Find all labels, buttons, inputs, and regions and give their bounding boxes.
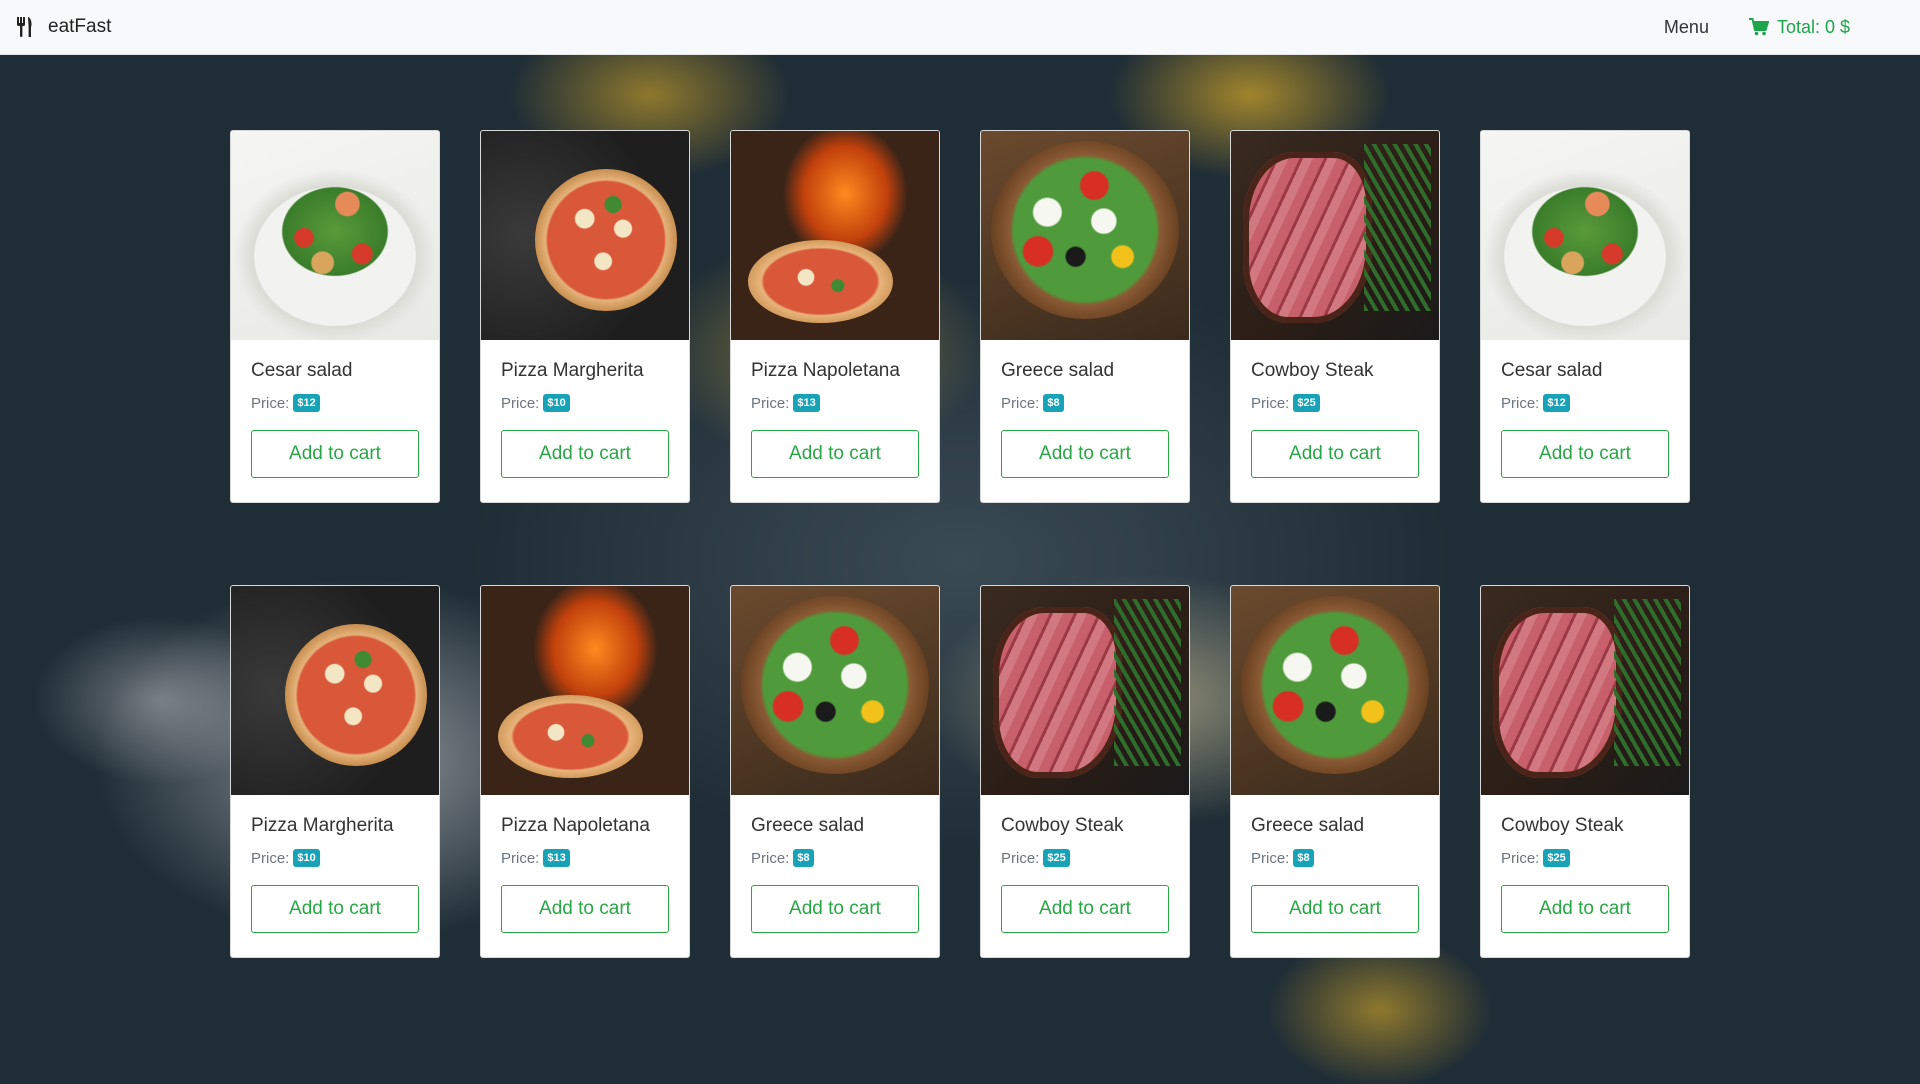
product-card: Cowboy Steak Price: $25 Add to cart: [1230, 130, 1440, 503]
price-label: Price:: [251, 394, 290, 412]
price-badge: $10: [543, 394, 570, 412]
price-badge: $13: [793, 394, 820, 412]
price-label: Price:: [1251, 849, 1290, 867]
product-card: Greece salad Price: $8 Add to cart: [730, 585, 940, 958]
greece-salad-image: [981, 131, 1189, 340]
nav-right: Menu Total: 0 $: [1664, 17, 1904, 38]
price-label: Price:: [1501, 849, 1540, 867]
pizza-margherita-image: [481, 131, 689, 340]
price-badge: $25: [1043, 849, 1070, 867]
cowboy-steak-image: [981, 586, 1189, 795]
price-label: Price:: [251, 849, 290, 867]
product-card: Greece salad Price: $8 Add to cart: [980, 130, 1190, 503]
add-to-cart-button[interactable]: Add to cart: [1251, 885, 1419, 933]
product-name: Pizza Margherita: [501, 360, 644, 381]
product-name: Greece salad: [751, 815, 865, 836]
price-badge: $25: [1543, 849, 1570, 867]
add-to-cart-button[interactable]: Add to cart: [251, 430, 419, 478]
pizza-napoletana-image: [731, 131, 939, 340]
price-label: Price:: [751, 849, 790, 867]
price-badge: $8: [1293, 849, 1314, 867]
product-price: Price: $25: [1001, 849, 1169, 867]
add-to-cart-button[interactable]: Add to cart: [1501, 430, 1669, 478]
shopping-cart-icon: [1748, 18, 1769, 36]
price-badge: $8: [1043, 394, 1064, 412]
product-card: Cesar salad Price: $12 Add to cart: [230, 130, 440, 503]
add-to-cart-button[interactable]: Add to cart: [751, 885, 919, 933]
product-price: Price: $12: [1501, 394, 1669, 412]
menu-link[interactable]: Menu: [1664, 17, 1709, 38]
product-name: Pizza Napoletana: [501, 815, 650, 836]
product-name: Greece salad: [1251, 815, 1365, 836]
product-name: Cesar salad: [1501, 360, 1603, 381]
cart-total-link[interactable]: Total: 0 $: [1748, 16, 1850, 38]
cesar-salad-image: [231, 131, 439, 340]
product-card: Cowboy Steak Price: $25 Add to cart: [980, 585, 1190, 958]
product-name: Cesar salad: [251, 360, 353, 381]
product-price: Price: $10: [251, 849, 419, 867]
add-to-cart-button[interactable]: Add to cart: [1001, 430, 1169, 478]
product-name: Cowboy Steak: [1501, 815, 1624, 836]
product-name: Cowboy Steak: [1001, 815, 1124, 836]
navbar: eatFast Menu Total: 0 $: [0, 0, 1920, 55]
product-price: Price: $8: [1001, 394, 1169, 412]
product-name: Pizza Napoletana: [751, 360, 900, 381]
price-badge: $12: [293, 394, 320, 412]
price-badge: $25: [1293, 394, 1320, 412]
add-to-cart-button[interactable]: Add to cart: [1001, 885, 1169, 933]
greece-salad-image: [731, 586, 939, 795]
product-name: Pizza Margherita: [251, 815, 394, 836]
price-badge: $13: [543, 849, 570, 867]
pizza-napoletana-image: [481, 586, 689, 795]
add-to-cart-button[interactable]: Add to cart: [251, 885, 419, 933]
price-badge: $10: [293, 849, 320, 867]
brand-name: eatFast: [48, 16, 112, 37]
product-price: Price: $10: [501, 394, 669, 412]
product-price: Price: $13: [751, 394, 919, 412]
price-label: Price:: [1501, 394, 1540, 412]
product-name: Greece salad: [1001, 360, 1115, 381]
product-card: Cowboy Steak Price: $25 Add to cart: [1480, 585, 1690, 958]
price-label: Price:: [501, 849, 540, 867]
cowboy-steak-image: [1231, 131, 1439, 340]
product-card: Cesar salad Price: $12 Add to cart: [1480, 130, 1690, 503]
price-label: Price:: [751, 394, 790, 412]
price-label: Price:: [1001, 394, 1040, 412]
utensils-icon: [17, 17, 32, 37]
product-price: Price: $25: [1251, 394, 1419, 412]
product-name: Cowboy Steak: [1251, 360, 1374, 381]
price-badge: $8: [793, 849, 814, 867]
price-badge: $12: [1543, 394, 1570, 412]
product-price: Price: $12: [251, 394, 419, 412]
product-price: Price: $8: [751, 849, 919, 867]
cesar-salad-image: [1481, 131, 1689, 340]
product-card: Greece salad Price: $8 Add to cart: [1230, 585, 1440, 958]
product-price: Price: $8: [1251, 849, 1419, 867]
cart-total: Total: 0 $: [1776, 16, 1850, 37]
product-price: Price: $13: [501, 849, 669, 867]
product-grid: Cesar salad Price: $12 Add to cart Pizza …: [230, 130, 1690, 958]
pizza-margherita-image: [231, 586, 439, 795]
price-label: Price:: [501, 394, 540, 412]
product-card: Pizza Napoletana Price: $13 Add to cart: [480, 585, 690, 958]
add-to-cart-button[interactable]: Add to cart: [1501, 885, 1669, 933]
greece-salad-image: [1231, 586, 1439, 795]
product-card: Pizza Margherita Price: $10 Add to cart: [480, 130, 690, 503]
add-to-cart-button[interactable]: Add to cart: [1251, 430, 1419, 478]
add-to-cart-button[interactable]: Add to cart: [501, 430, 669, 478]
brand-link[interactable]: eatFast: [16, 16, 111, 38]
product-card: Pizza Margherita Price: $10 Add to cart: [230, 585, 440, 958]
price-label: Price:: [1001, 849, 1040, 867]
product-price: Price: $25: [1501, 849, 1669, 867]
price-label: Price:: [1251, 394, 1290, 412]
cowboy-steak-image: [1481, 586, 1689, 795]
add-to-cart-button[interactable]: Add to cart: [751, 430, 919, 478]
add-to-cart-button[interactable]: Add to cart: [501, 885, 669, 933]
product-card: Pizza Napoletana Price: $13 Add to cart: [730, 130, 940, 503]
